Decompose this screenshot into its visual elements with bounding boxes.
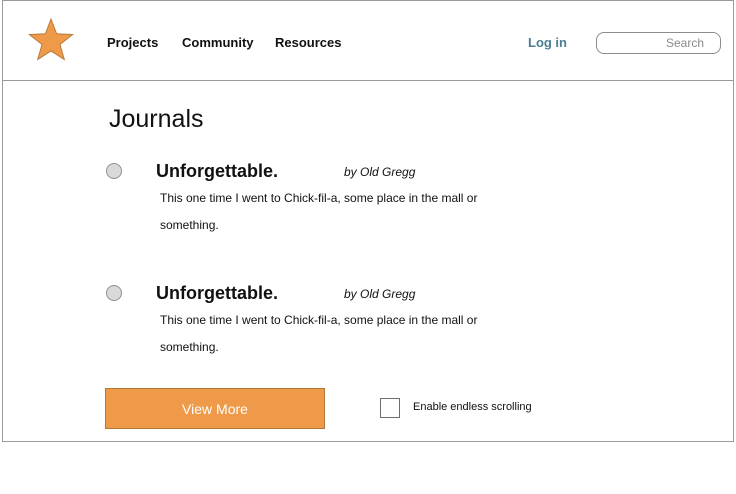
journal-entry: Unforgettable. by Old Gregg This one tim… [3, 151, 733, 251]
entry-body: This one time I went to Chick-fil-a, som… [160, 191, 478, 232]
nav-community[interactable]: Community [182, 35, 254, 50]
entry-body: This one time I went to Chick-fil-a, som… [160, 313, 478, 354]
endless-scrolling-checkbox[interactable] [380, 398, 400, 418]
star-icon[interactable] [27, 17, 75, 61]
entry-author: by Old Gregg [344, 165, 416, 179]
entry-radio[interactable] [106, 285, 122, 301]
journal-entry: Unforgettable. by Old Gregg This one tim… [3, 273, 733, 373]
entry-radio[interactable] [106, 163, 122, 179]
search-input[interactable] [596, 32, 721, 54]
nav-projects[interactable]: Projects [107, 35, 158, 50]
login-link[interactable]: Log in [528, 35, 567, 50]
entry-title[interactable]: Unforgettable. [156, 283, 278, 304]
entry-title[interactable]: Unforgettable. [156, 161, 278, 182]
entry-author: by Old Gregg [344, 287, 416, 301]
page-title: Journals [109, 105, 204, 133]
nav-resources[interactable]: Resources [275, 35, 341, 50]
app-frame: Projects Community Resources Log in Jour… [2, 0, 734, 442]
view-more-button[interactable]: View More [105, 388, 325, 429]
header: Projects Community Resources Log in [3, 1, 733, 81]
endless-scrolling-label: Enable endless scrolling [413, 401, 532, 413]
